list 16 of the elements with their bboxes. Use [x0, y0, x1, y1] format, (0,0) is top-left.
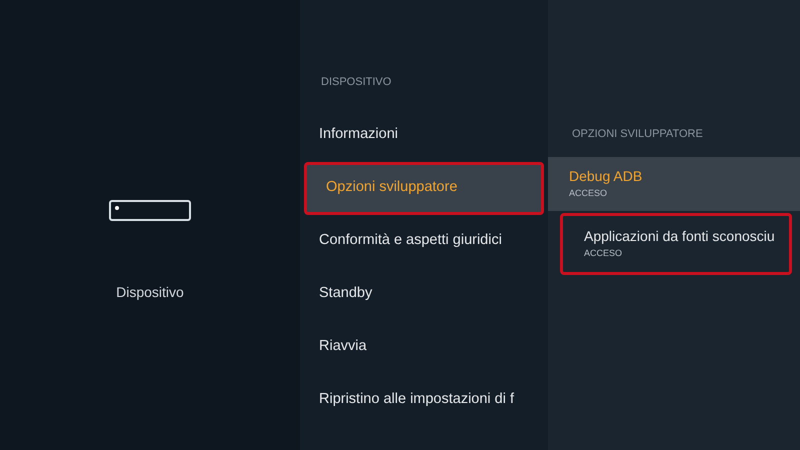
device-icon [109, 200, 191, 222]
section-heading: OPZIONI SVILUPPATORE [571, 127, 704, 142]
menu-item[interactable]: Standby [300, 268, 548, 320]
menu-item[interactable]: Ripristino alle impostazioni di f [300, 374, 548, 426]
option-status: ACCESO [569, 187, 608, 200]
option-item[interactable]: Debug ADB ACCESO [548, 156, 800, 210]
option-label: Debug ADB [569, 167, 644, 186]
option-item[interactable]: Applicazioni da fonti sconosciu ACCESO [560, 212, 792, 274]
menu-item[interactable]: Opzioni sviluppatore [304, 162, 544, 214]
menu-item[interactable]: Riavvia [300, 320, 548, 374]
section-heading: DISPOSITIVO [320, 75, 392, 90]
menu-item[interactable]: Conformità e aspetti giuridici [300, 214, 548, 268]
option-label: Applicazioni da fonti sconosciu [584, 227, 776, 246]
menu-item[interactable]: Informazioni [300, 108, 548, 162]
option-status: ACCESO [584, 247, 624, 260]
category-label: Dispositivo [116, 283, 184, 302]
